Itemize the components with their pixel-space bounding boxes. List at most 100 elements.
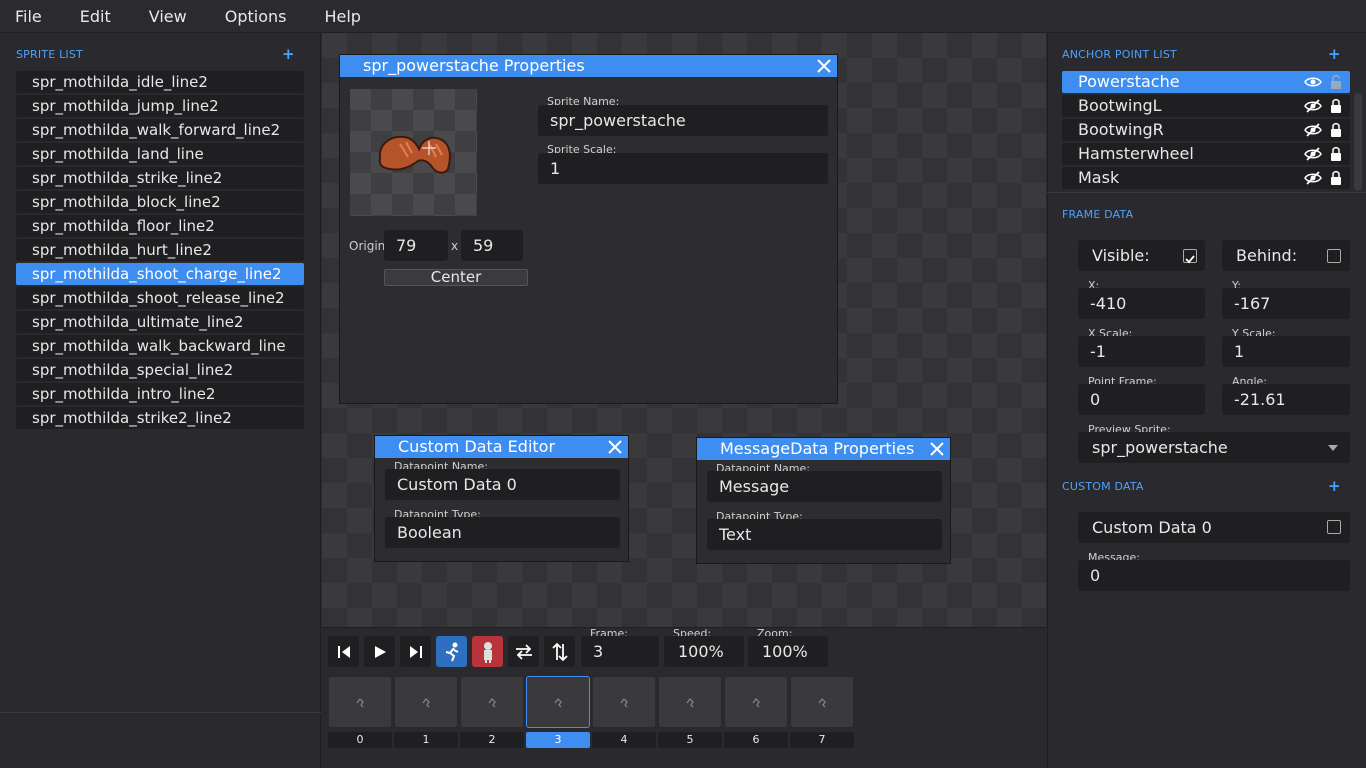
menu-file[interactable]: File: [0, 7, 57, 26]
sprite-list-item[interactable]: spr_mothilda_strike_line2: [16, 167, 304, 189]
character-toggle-button[interactable]: [472, 636, 503, 667]
center-button[interactable]: Center: [384, 269, 528, 286]
y-scale-input[interactable]: 1: [1222, 336, 1350, 367]
next-frame-button[interactable]: [400, 636, 431, 667]
anchor-list-scrollbar[interactable]: [1354, 93, 1362, 191]
close-icon[interactable]: [815, 57, 833, 75]
visible-checkbox[interactable]: [1183, 249, 1197, 264]
frame-thumbnail[interactable]: [658, 676, 722, 728]
frame-thumbnail[interactable]: [790, 676, 854, 728]
sprite-list-item[interactable]: spr_mothilda_idle_line2: [16, 71, 304, 93]
frame-number[interactable]: 7: [790, 732, 854, 748]
frame-number[interactable]: 2: [460, 732, 524, 748]
frame-thumbnail[interactable]: [394, 676, 458, 728]
frame-thumbnail[interactable]: [592, 676, 656, 728]
sprite-list-item[interactable]: spr_mothilda_special_line2: [16, 359, 304, 381]
anchor-list-item[interactable]: Mask: [1062, 167, 1350, 189]
add-sprite-button[interactable]: +: [282, 45, 295, 63]
eye-hidden-icon[interactable]: [1304, 98, 1322, 114]
eye-icon[interactable]: [1304, 74, 1322, 90]
message-properties-titlebar[interactable]: MessageData Properties: [697, 438, 950, 460]
sprite-list-item[interactable]: spr_mothilda_floor_line2: [16, 215, 304, 237]
frame-thumbnail[interactable]: [328, 676, 392, 728]
menu-edit[interactable]: Edit: [65, 7, 126, 26]
anchor-item-label: BootwingL: [1078, 96, 1162, 115]
sprite-name-input[interactable]: spr_powerstache: [538, 105, 828, 136]
speed-input[interactable]: 100%: [664, 636, 744, 667]
anchor-list-item[interactable]: BootwingL: [1062, 95, 1350, 117]
sprite-properties-titlebar[interactable]: spr_powerstache Properties: [340, 55, 837, 77]
lock-icon[interactable]: [1330, 170, 1342, 186]
menu-view[interactable]: View: [134, 7, 202, 26]
eye-hidden-icon[interactable]: [1304, 146, 1322, 162]
eye-hidden-icon[interactable]: [1304, 122, 1322, 138]
sprite-list-item[interactable]: spr_mothilda_hurt_line2: [16, 239, 304, 261]
close-icon[interactable]: [928, 440, 946, 458]
preview-sprite-select[interactable]: spr_powerstache: [1078, 432, 1350, 463]
add-custom-data-button[interactable]: +: [1328, 477, 1341, 495]
custom-data-checkbox[interactable]: [1327, 520, 1341, 534]
behind-checkbox[interactable]: [1327, 249, 1341, 263]
datapoint-type-select[interactable]: Boolean: [385, 517, 620, 548]
frame-thumbnail[interactable]: [724, 676, 788, 728]
lock-icon[interactable]: [1330, 146, 1342, 162]
eye-hidden-icon[interactable]: [1304, 170, 1322, 186]
custom-data-item[interactable]: Custom Data 0: [1078, 512, 1350, 543]
origin-separator: x: [451, 239, 459, 253]
anchor-list-item[interactable]: Powerstache: [1062, 71, 1350, 93]
message-input[interactable]: 0: [1078, 560, 1350, 591]
close-icon[interactable]: [606, 438, 624, 456]
sprite-list-item[interactable]: spr_mothilda_jump_line2: [16, 95, 304, 117]
frame-number[interactable]: 4: [592, 732, 656, 748]
sprite-scale-input[interactable]: 1: [538, 153, 828, 184]
play-button[interactable]: [364, 636, 395, 667]
anchor-list-item[interactable]: BootwingR: [1062, 119, 1350, 141]
origin-x-input[interactable]: 79: [384, 230, 448, 261]
zoom-input[interactable]: 100%: [748, 636, 828, 667]
frame-number[interactable]: 0: [328, 732, 392, 748]
frame-thumbnail[interactable]: [460, 676, 524, 728]
unlock-icon[interactable]: [1330, 74, 1342, 90]
menu-help[interactable]: Help: [309, 7, 375, 26]
step-back-icon: [337, 645, 350, 658]
frame-data-title: FRAME DATA: [1062, 208, 1134, 221]
message-name-input[interactable]: Message: [707, 471, 942, 502]
anchor-list-title: ANCHOR POINT LIST: [1062, 48, 1177, 61]
prev-frame-button[interactable]: [328, 636, 359, 667]
y-input[interactable]: -167: [1222, 288, 1350, 319]
datapoint-name-input[interactable]: Custom Data 0: [385, 469, 620, 500]
message-type-select[interactable]: Text: [707, 519, 942, 550]
angle-input[interactable]: -21.61: [1222, 384, 1350, 415]
sprite-list-item[interactable]: spr_mothilda_walk_backward_line: [16, 335, 304, 357]
lock-icon[interactable]: [1330, 122, 1342, 138]
point-frame-input[interactable]: 0: [1078, 384, 1205, 415]
flip-vertical-button[interactable]: [544, 636, 575, 667]
sprite-list-item[interactable]: spr_mothilda_block_line2: [16, 191, 304, 213]
frame-number[interactable]: 1: [394, 732, 458, 748]
sprite-list-item[interactable]: spr_mothilda_intro_line2: [16, 383, 304, 405]
lock-icon[interactable]: [1330, 98, 1342, 114]
sprite-list-item[interactable]: spr_mothilda_strike2_line2: [16, 407, 304, 429]
sprite-list-item[interactable]: spr_mothilda_ultimate_line2: [16, 311, 304, 333]
custom-data-editor-titlebar[interactable]: Custom Data Editor: [375, 436, 628, 458]
frame-thumbnail[interactable]: [526, 676, 590, 728]
onion-skin-button[interactable]: [436, 636, 467, 667]
frame-number[interactable]: 5: [658, 732, 722, 748]
flip-horizontal-button[interactable]: [508, 636, 539, 667]
sprite-list-item[interactable]: spr_mothilda_shoot_release_line2: [16, 287, 304, 309]
frame-number[interactable]: 3: [526, 732, 590, 748]
origin-y-input[interactable]: 59: [461, 230, 523, 261]
frame-sprite-icon: [422, 698, 430, 708]
sprite-list-item[interactable]: spr_mothilda_walk_forward_line2: [16, 119, 304, 141]
add-anchor-button[interactable]: +: [1328, 45, 1341, 63]
frame-sprite-icon: [818, 698, 826, 708]
x-scale-input[interactable]: -1: [1078, 336, 1205, 367]
checkmark-icon: [1185, 255, 1195, 264]
frame-number[interactable]: 6: [724, 732, 788, 748]
anchor-list-item[interactable]: Hamsterwheel: [1062, 143, 1350, 165]
x-input[interactable]: -410: [1078, 288, 1205, 319]
menu-options[interactable]: Options: [210, 7, 302, 26]
sprite-list-item[interactable]: spr_mothilda_shoot_charge_line2: [16, 263, 304, 285]
frame-input[interactable]: 3: [581, 636, 659, 667]
sprite-list-item[interactable]: spr_mothilda_land_line: [16, 143, 304, 165]
